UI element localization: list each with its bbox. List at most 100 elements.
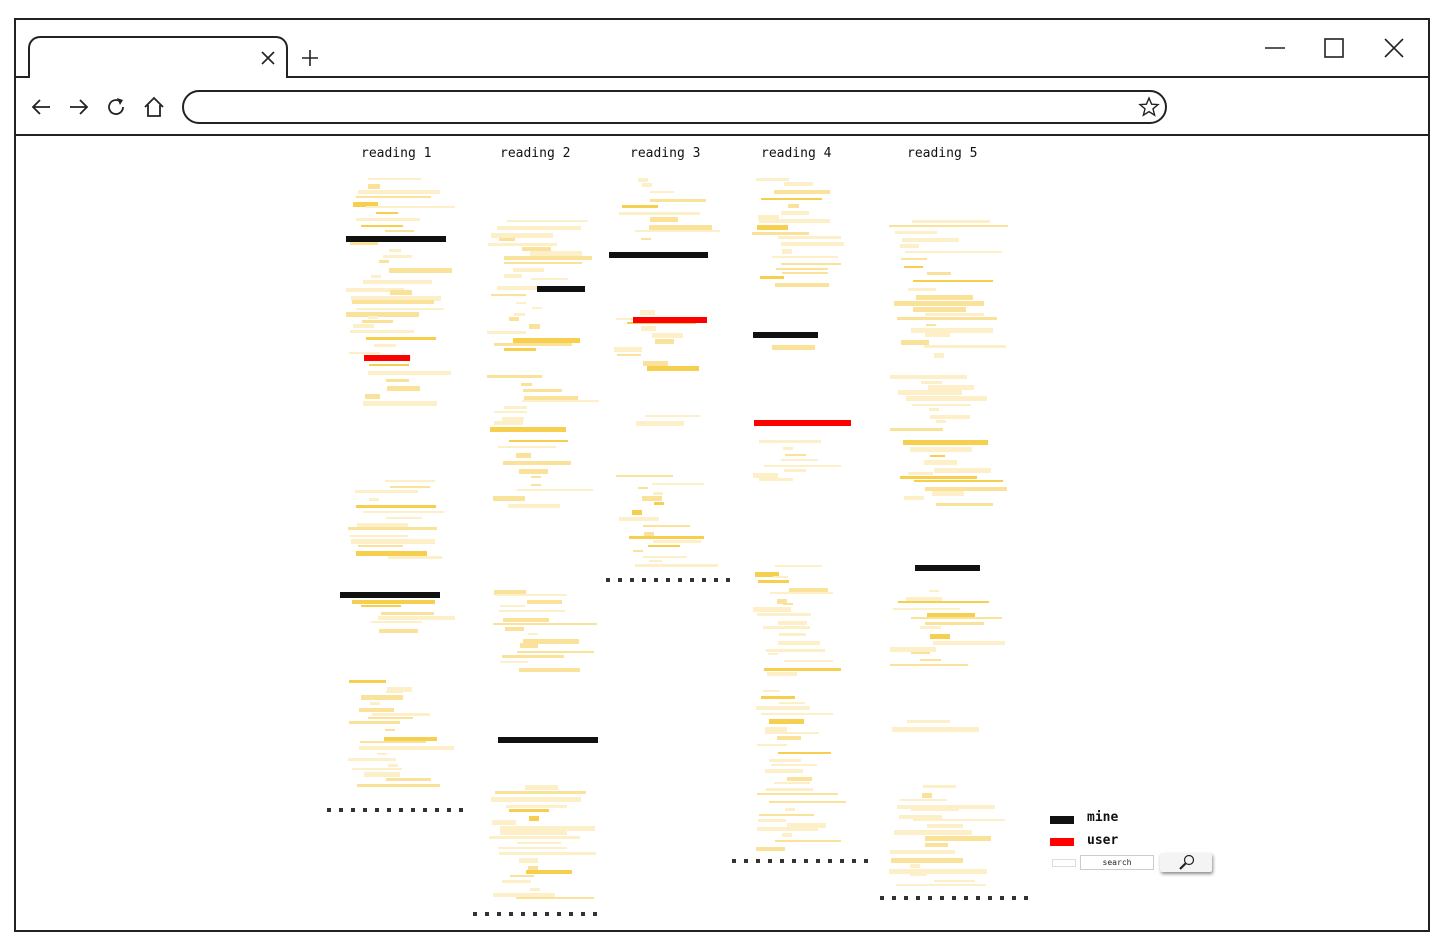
highlight-band bbox=[752, 232, 809, 235]
user-mark[interactable] bbox=[364, 355, 410, 361]
highlight-band bbox=[617, 354, 641, 356]
highlight-band bbox=[653, 540, 701, 543]
highlight-band bbox=[369, 498, 379, 501]
home-icon[interactable] bbox=[142, 95, 166, 119]
mine-mark[interactable] bbox=[915, 565, 980, 571]
highlight-band bbox=[763, 690, 780, 692]
highlight-band bbox=[643, 556, 687, 558]
separator-dot bbox=[351, 808, 355, 812]
search-checkbox[interactable] bbox=[1052, 859, 1076, 867]
highlight-band bbox=[638, 487, 648, 489]
star-icon[interactable] bbox=[1138, 96, 1160, 118]
highlight-band bbox=[638, 178, 648, 182]
highlight-band bbox=[891, 858, 963, 863]
highlight-band bbox=[757, 225, 788, 230]
separator-dot bbox=[606, 578, 610, 582]
separator-dot bbox=[363, 808, 367, 812]
highlight-band bbox=[506, 805, 567, 808]
toolbar-divider bbox=[14, 134, 1430, 136]
mine-mark[interactable] bbox=[498, 737, 598, 743]
highlight-band bbox=[912, 404, 971, 406]
separator-dot bbox=[387, 808, 391, 812]
highlight-band bbox=[775, 565, 822, 567]
highlight-band bbox=[764, 465, 841, 467]
separator-dot bbox=[904, 896, 908, 900]
separator-dot bbox=[375, 808, 379, 812]
highlight-band bbox=[757, 613, 811, 616]
window-close-icon[interactable] bbox=[1381, 35, 1407, 61]
highlight-band bbox=[363, 401, 437, 406]
mine-mark[interactable] bbox=[537, 286, 585, 292]
highlight-band bbox=[771, 764, 817, 766]
highlight-band bbox=[929, 408, 939, 411]
highlight-band bbox=[930, 415, 970, 419]
highlight-band bbox=[619, 517, 659, 521]
minimize-icon[interactable] bbox=[1262, 35, 1288, 61]
separator-dot bbox=[780, 859, 784, 863]
separator-dot bbox=[509, 912, 513, 916]
highlight-band bbox=[889, 225, 1008, 227]
user-mark[interactable] bbox=[754, 420, 851, 426]
highlight-band bbox=[350, 535, 408, 537]
highlight-band bbox=[649, 560, 662, 562]
highlight-band bbox=[761, 696, 795, 699]
address-bar[interactable] bbox=[182, 90, 1167, 124]
highlight-band bbox=[507, 220, 588, 222]
highlight-band bbox=[783, 603, 793, 605]
highlight-band bbox=[360, 741, 426, 743]
reload-icon[interactable] bbox=[104, 95, 128, 119]
highlight-band bbox=[504, 262, 582, 264]
highlight-band bbox=[513, 268, 544, 272]
highlight-band bbox=[767, 672, 797, 676]
highlight-band bbox=[385, 729, 395, 731]
highlight-band bbox=[933, 641, 1005, 645]
separator-dot bbox=[339, 808, 343, 812]
highlight-band bbox=[906, 396, 987, 401]
mine-mark[interactable] bbox=[346, 236, 446, 242]
highlight-band bbox=[499, 238, 515, 241]
back-arrow-icon[interactable] bbox=[29, 95, 53, 119]
highlight-band bbox=[900, 799, 947, 801]
highlight-band bbox=[622, 205, 658, 208]
highlight-band bbox=[368, 178, 421, 180]
highlight-band bbox=[785, 454, 806, 456]
highlight-band bbox=[903, 440, 988, 445]
highlight-band bbox=[495, 791, 586, 794]
separator-dot bbox=[916, 896, 920, 900]
separator-dot bbox=[940, 896, 944, 900]
highlight-band bbox=[371, 621, 422, 623]
highlight-band bbox=[902, 238, 959, 242]
separator-dot bbox=[690, 578, 694, 582]
mine-mark[interactable] bbox=[340, 592, 440, 598]
highlight-band bbox=[914, 480, 1003, 482]
highlight-band bbox=[352, 768, 402, 770]
search-input[interactable]: search bbox=[1080, 855, 1154, 870]
maximize-icon[interactable] bbox=[1321, 35, 1347, 61]
highlight-band bbox=[351, 539, 435, 544]
separator-dot bbox=[744, 859, 748, 863]
highlight-band bbox=[920, 659, 941, 661]
browser-tab[interactable] bbox=[28, 36, 288, 78]
highlight-band bbox=[757, 744, 787, 746]
highlight-band bbox=[389, 268, 452, 273]
highlight-band bbox=[761, 713, 833, 715]
highlight-band bbox=[763, 626, 810, 629]
search-button[interactable] bbox=[1160, 853, 1212, 872]
plus-icon[interactable] bbox=[299, 47, 321, 69]
column-title-reading-1: reading 1 bbox=[361, 146, 432, 161]
highlight-band bbox=[369, 364, 409, 366]
close-icon[interactable] bbox=[258, 48, 278, 68]
separator-dot bbox=[497, 912, 501, 916]
mine-mark[interactable] bbox=[753, 332, 818, 338]
forward-arrow-icon[interactable] bbox=[67, 95, 91, 119]
highlight-band bbox=[759, 478, 793, 481]
highlight-band bbox=[525, 785, 558, 790]
highlight-band bbox=[642, 496, 662, 501]
mine-mark[interactable] bbox=[609, 252, 708, 258]
user-mark[interactable] bbox=[633, 317, 707, 323]
highlight-band bbox=[503, 461, 571, 465]
separator-dot bbox=[804, 859, 808, 863]
highlight-band bbox=[781, 263, 841, 265]
highlight-band bbox=[781, 459, 818, 461]
highlight-band bbox=[782, 272, 828, 274]
